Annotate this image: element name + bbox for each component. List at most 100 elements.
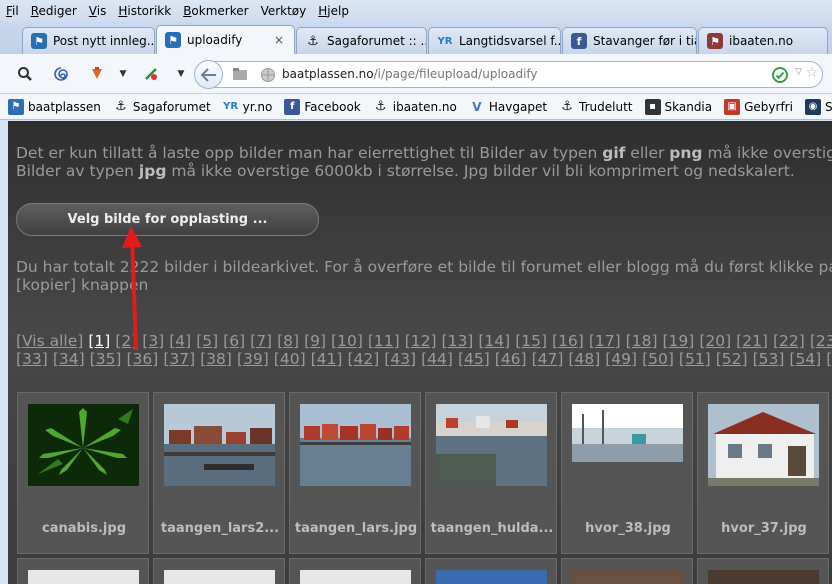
- page-link[interactable]: [16]: [552, 332, 584, 350]
- tab-1[interactable]: ⚑ uploadify ×: [156, 25, 295, 54]
- page-link[interactable]: [13]: [442, 332, 474, 350]
- swirl-addon-icon[interactable]: [50, 63, 72, 85]
- page-link[interactable]: [Vis alle]: [16, 332, 83, 350]
- page-link[interactable]: [2]: [115, 332, 137, 350]
- page-link[interactable]: [35]: [90, 350, 122, 368]
- bookmark-item[interactable]: ⚓ Trudelutt: [559, 99, 632, 115]
- tab-2[interactable]: ⚓ Sagaforumet :: ...: [296, 27, 427, 54]
- page-link[interactable]: [54]: [789, 350, 821, 368]
- addon-icon[interactable]: [140, 63, 162, 85]
- page-link[interactable]: [6]: [223, 332, 245, 350]
- bookmark-item[interactable]: ◉Speedtest: [804, 98, 832, 115]
- page-link[interactable]: [14]: [478, 332, 510, 350]
- bookmark-item[interactable]: YR yr.no: [223, 99, 272, 115]
- harbor-photo-thumbnail[interactable]: [572, 404, 683, 486]
- page-link[interactable]: [43]: [384, 350, 416, 368]
- page-link[interactable]: [34]: [53, 350, 85, 368]
- page-link[interactable]: [36]: [126, 350, 158, 368]
- image-card[interactable]: taangen_lars2...: [153, 392, 285, 554]
- bookmark-item[interactable]: ⚑ baatplassen: [8, 98, 101, 115]
- page-link[interactable]: [45]: [458, 350, 490, 368]
- page-link[interactable]: [48]: [568, 350, 600, 368]
- page-link[interactable]: [9]: [304, 332, 326, 350]
- harbor-photo-thumbnail[interactable]: [300, 404, 411, 486]
- menu-item[interactable]: Historikk: [118, 4, 171, 18]
- page-link[interactable]: [11]: [368, 332, 400, 350]
- page-link[interactable]: [21]: [736, 332, 768, 350]
- image-card[interactable]: [17, 558, 149, 584]
- dropdown-arrow-icon[interactable]: ▽: [795, 67, 802, 77]
- page-link[interactable]: [22]: [773, 332, 805, 350]
- image-card[interactable]: [425, 558, 557, 584]
- page-link[interactable]: [12]: [405, 332, 437, 350]
- page-link[interactable]: [47]: [532, 350, 564, 368]
- bookmark-item[interactable]: ▣ Gebyrfri: [724, 98, 793, 115]
- select-image-upload-button[interactable]: Velg bilde for opplasting ...: [16, 203, 319, 236]
- image-card[interactable]: hvor_37.jpg: [697, 392, 829, 554]
- page-link[interactable]: [55]: [826, 350, 832, 368]
- bookmark-item[interactable]: f Facebook: [284, 98, 361, 115]
- page-link[interactable]: [37]: [163, 350, 195, 368]
- tab-5[interactable]: ⚑ ibaaten.no: [698, 27, 828, 54]
- page-link[interactable]: [1]: [88, 332, 110, 350]
- image-card[interactable]: taangen_lars.jpg: [289, 392, 421, 554]
- tab-4[interactable]: f Stavanger før i tiå: [562, 27, 697, 54]
- menu-item[interactable]: Vis: [89, 4, 107, 18]
- bookmark-item[interactable]: ▪ Skandia: [644, 98, 712, 115]
- chevron-down-icon[interactable]: ▼: [112, 63, 134, 85]
- image-card[interactable]: canabis.jpg: [17, 392, 149, 554]
- chevron-down-icon[interactable]: ▼: [170, 63, 192, 85]
- menu-item[interactable]: Bokmerker: [183, 4, 248, 18]
- cannabis-leaf-thumbnail[interactable]: [28, 404, 139, 486]
- page-link[interactable]: [15]: [515, 332, 547, 350]
- page-link[interactable]: [53]: [753, 350, 785, 368]
- close-icon[interactable]: ×: [274, 33, 284, 47]
- page-link[interactable]: [33]: [16, 350, 48, 368]
- bookmark-item[interactable]: ⚓ ibaaten.no: [373, 99, 457, 115]
- menu-item[interactable]: Fil: [6, 4, 19, 18]
- image-card[interactable]: [289, 558, 421, 584]
- page-link[interactable]: [44]: [421, 350, 453, 368]
- page-link[interactable]: [39]: [237, 350, 269, 368]
- page-link[interactable]: [20]: [699, 332, 731, 350]
- download-addon-icon[interactable]: [86, 63, 108, 85]
- page-link[interactable]: [10]: [331, 332, 363, 350]
- page-link[interactable]: [19]: [663, 332, 695, 350]
- page-link[interactable]: [4]: [169, 332, 191, 350]
- page-link[interactable]: [50]: [642, 350, 674, 368]
- page-link[interactable]: [3]: [142, 332, 164, 350]
- bookmark-item[interactable]: ⚓ Sagaforumet: [113, 99, 211, 115]
- page-link[interactable]: [41]: [311, 350, 343, 368]
- page-link[interactable]: [7]: [250, 332, 272, 350]
- tab-3[interactable]: YR Langtidsvarsel f...: [428, 27, 561, 54]
- image-card[interactable]: [561, 558, 693, 584]
- page-link[interactable]: [17]: [589, 332, 621, 350]
- search-icon[interactable]: [14, 63, 36, 85]
- back-arrow-icon[interactable]: [194, 60, 223, 89]
- page-link[interactable]: [40]: [274, 350, 306, 368]
- page-link[interactable]: [23]: [810, 332, 832, 350]
- page-link[interactable]: [42]: [347, 350, 379, 368]
- page-link[interactable]: [52]: [716, 350, 748, 368]
- image-card[interactable]: hvor_38.jpg: [561, 392, 693, 554]
- page-link[interactable]: [5]: [196, 332, 218, 350]
- page-link[interactable]: [49]: [605, 350, 637, 368]
- page-link[interactable]: [8]: [277, 332, 299, 350]
- house-photo-thumbnail[interactable]: [708, 404, 819, 486]
- check-icon[interactable]: [772, 67, 788, 83]
- tab-0[interactable]: ⚑ Post nytt innleg...: [22, 27, 155, 54]
- harbor-photo-thumbnail[interactable]: [164, 404, 275, 486]
- image-card[interactable]: taangen_hulda...: [425, 392, 557, 554]
- harbor-photo-thumbnail[interactable]: [436, 404, 547, 486]
- image-card[interactable]: [697, 558, 829, 584]
- page-link[interactable]: [38]: [200, 350, 232, 368]
- menu-item[interactable]: Verktøy: [261, 4, 307, 18]
- image-card[interactable]: [153, 558, 285, 584]
- menu-item[interactable]: Rediger: [31, 4, 77, 18]
- page-link[interactable]: [51]: [679, 350, 711, 368]
- menu-item[interactable]: Hjelp: [318, 4, 349, 18]
- page-link[interactable]: [18]: [626, 332, 658, 350]
- address-bar[interactable]: baatplassen.no/i/page/fileupload/uploadi…: [194, 60, 823, 89]
- bookmark-item[interactable]: V Havgapet: [469, 99, 547, 115]
- star-icon[interactable]: ☆: [805, 65, 818, 81]
